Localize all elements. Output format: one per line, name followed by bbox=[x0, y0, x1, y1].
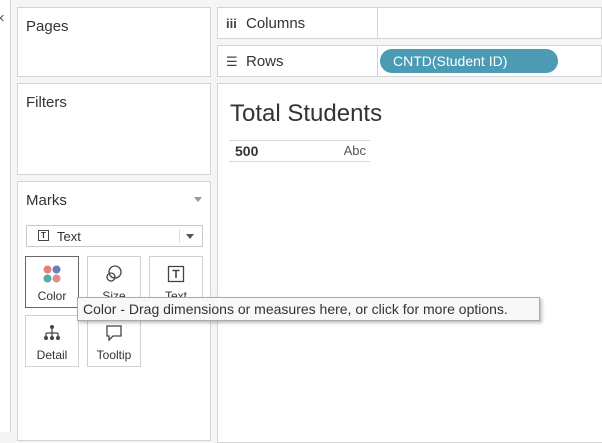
rows-icon: ☰ bbox=[226, 54, 238, 69]
filters-shelf[interactable]: Filters bbox=[17, 83, 211, 175]
view-table: 500 Abc bbox=[229, 140, 370, 162]
size-icon bbox=[106, 265, 122, 282]
columns-shelf-header: iii Columns bbox=[218, 8, 378, 38]
rows-label: Rows bbox=[246, 53, 284, 70]
view-canvas[interactable]: Total Students 500 Abc bbox=[217, 83, 602, 443]
color-button-label: Color bbox=[37, 289, 67, 303]
filters-title: Filters bbox=[26, 94, 67, 111]
tooltip-button-label: Tooltip bbox=[96, 348, 132, 362]
marks-title: Marks bbox=[26, 192, 67, 209]
chevron-down-icon[interactable] bbox=[186, 234, 194, 239]
columns-shelf[interactable]: iii Columns bbox=[217, 7, 602, 39]
detail-icon bbox=[44, 325, 60, 340]
left-edge-panel: × bbox=[0, 0, 11, 432]
dropdown-divider bbox=[179, 229, 180, 243]
rows-shelf[interactable]: ☰ Rows CNTD(Student ID) bbox=[217, 45, 602, 77]
text-icon bbox=[167, 265, 185, 283]
color-button[interactable]: Color bbox=[25, 256, 79, 308]
mark-type-value: Text bbox=[57, 229, 81, 244]
tooltip-button[interactable]: Tooltip bbox=[87, 315, 141, 367]
detail-button-label: Detail bbox=[36, 348, 68, 362]
columns-label: Columns bbox=[246, 15, 306, 32]
color-tooltip: Color - Drag dimensions or measures here… bbox=[77, 297, 540, 321]
text-cell[interactable]: Abc bbox=[344, 143, 366, 158]
view-title: Total Students bbox=[230, 100, 383, 127]
marks-menu-caret-icon[interactable] bbox=[194, 197, 202, 202]
row-header-value[interactable]: 500 bbox=[235, 143, 258, 159]
cntd-student-id-pill[interactable]: CNTD(Student ID) bbox=[380, 49, 558, 73]
close-icon[interactable]: × bbox=[0, 10, 5, 27]
columns-icon: iii bbox=[226, 16, 237, 31]
text-mark-icon: T bbox=[38, 230, 49, 241]
pages-shelf[interactable]: Pages bbox=[17, 7, 211, 77]
color-icon bbox=[43, 265, 61, 283]
mark-type-dropdown[interactable]: T Text bbox=[26, 225, 203, 247]
tooltip-icon bbox=[106, 325, 122, 342]
detail-button[interactable]: Detail bbox=[25, 315, 79, 367]
pages-title: Pages bbox=[26, 18, 69, 35]
rows-shelf-header: ☰ Rows bbox=[218, 46, 378, 76]
